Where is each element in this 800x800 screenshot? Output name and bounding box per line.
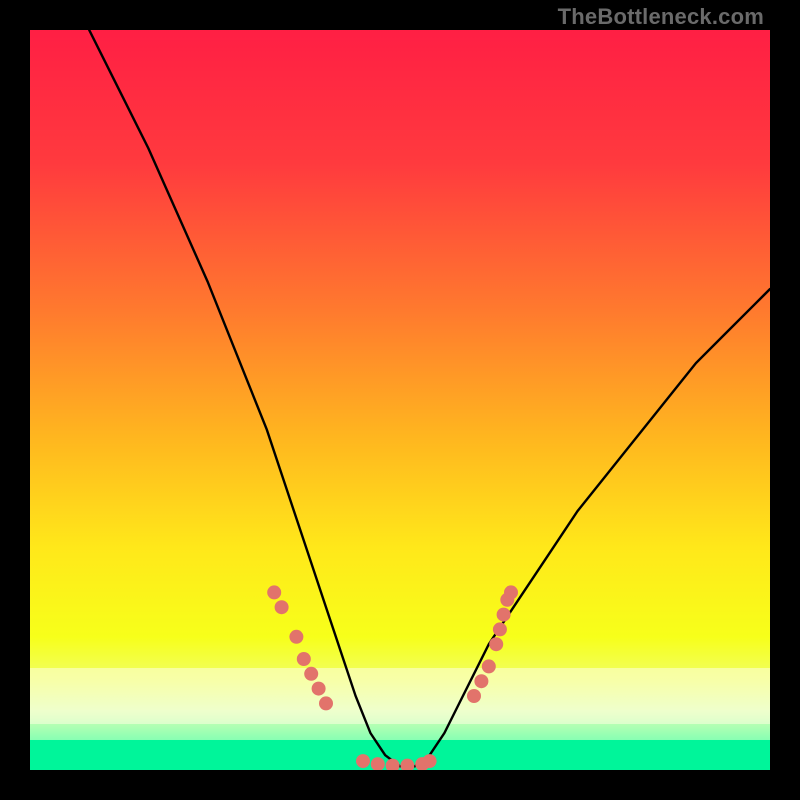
marker-dot xyxy=(423,754,437,768)
watermark-text: TheBottleneck.com xyxy=(558,4,764,30)
marker-dot xyxy=(467,689,481,703)
marker-dot xyxy=(289,630,303,644)
chart-frame: TheBottleneck.com xyxy=(0,0,800,800)
marker-dot xyxy=(493,622,507,636)
marker-dot xyxy=(312,682,326,696)
marker-dot xyxy=(400,759,414,770)
marker-dot xyxy=(497,608,511,622)
marker-dot xyxy=(304,667,318,681)
marker-dot xyxy=(371,757,385,770)
marker-dot xyxy=(297,652,311,666)
marker-dot xyxy=(275,600,289,614)
marker-dot xyxy=(474,674,488,688)
marker-dot xyxy=(489,637,503,651)
marker-dot xyxy=(319,696,333,710)
marker-dot xyxy=(356,754,370,768)
marker-dot xyxy=(482,659,496,673)
bottleneck-curve xyxy=(89,30,770,766)
curve-layer xyxy=(30,30,770,770)
marker-dot xyxy=(386,759,400,770)
marker-dot xyxy=(504,585,518,599)
marker-dot xyxy=(267,585,281,599)
sample-markers xyxy=(267,585,518,770)
plot-area xyxy=(30,30,770,770)
